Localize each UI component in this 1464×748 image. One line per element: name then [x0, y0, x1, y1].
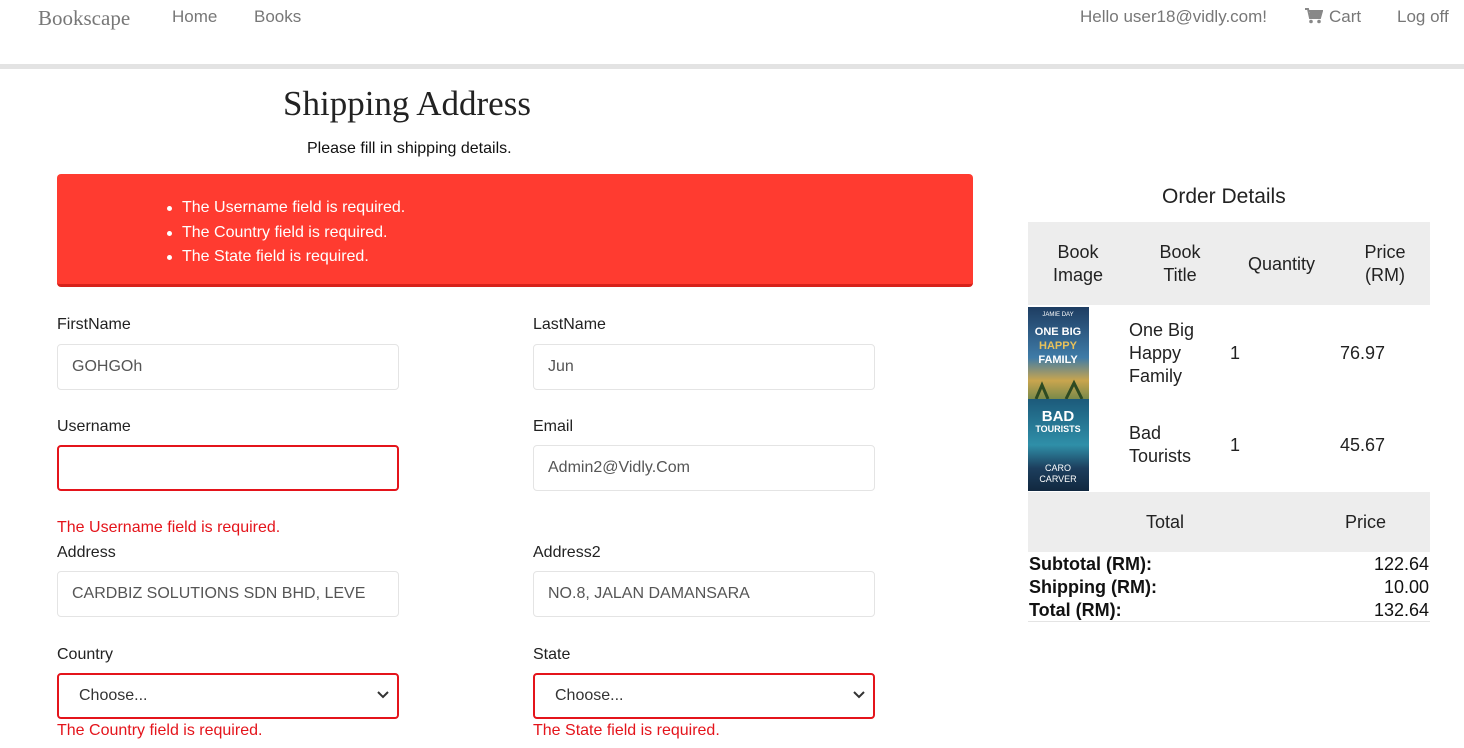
validation-summary-item: The Country field is required. — [164, 221, 405, 246]
item-quantity: 1 — [1230, 343, 1241, 363]
item-title-line: One Big — [1129, 320, 1195, 340]
total-header-label: Total — [1146, 512, 1185, 532]
validation-summary-item: The State field is required. — [164, 245, 405, 270]
state-select-value: Choose... — [555, 687, 624, 704]
svg-text:CARVER: CARVER — [1039, 474, 1077, 484]
header-book-image: Book Image — [1052, 242, 1104, 285]
item-title-line: Tourists — [1129, 446, 1192, 466]
country-label: Country — [57, 646, 114, 663]
item-title-line: Bad — [1129, 423, 1162, 443]
cart-label: Cart — [1329, 7, 1362, 26]
validation-summary-alert: The Username field is required. The Coun… — [57, 174, 973, 287]
chevron-down-icon — [377, 691, 389, 699]
lastname-label: LastName — [533, 316, 606, 333]
address-label: Address — [57, 544, 116, 561]
order-details-title: Order Details — [1162, 185, 1286, 208]
cart-link[interactable]: Cart — [1305, 7, 1361, 27]
firstname-label: FirstName — [57, 316, 131, 333]
header-price: Price (RM) — [1364, 242, 1406, 285]
country-select[interactable]: Choose... — [57, 673, 399, 719]
cart-icon — [1305, 8, 1323, 24]
country-error: The Country field is required. — [57, 722, 263, 739]
validation-summary-item: The Username field is required. — [164, 196, 405, 221]
nav-home-link[interactable]: Home — [172, 7, 217, 27]
navbar-divider — [0, 64, 1464, 69]
address2-label: Address2 — [533, 544, 601, 561]
price-header-label: Price — [1345, 512, 1387, 532]
svg-text:FAMILY: FAMILY — [1038, 354, 1078, 366]
item-title-line: Happy — [1129, 343, 1182, 363]
address-input[interactable]: CARDBIZ SOLUTIONS SDN BHD, LEVE — [57, 571, 399, 617]
firstname-input[interactable]: GOHGOh — [57, 344, 399, 390]
svg-text:CARO: CARO — [1045, 463, 1071, 473]
country-select-value: Choose... — [79, 687, 148, 704]
subtotal-value: 122.64 — [1373, 554, 1429, 574]
shipping-value: 10.00 — [1383, 577, 1429, 597]
svg-text:BAD: BAD — [1042, 408, 1075, 425]
state-label: State — [533, 646, 571, 663]
username-input[interactable] — [57, 445, 399, 491]
page-title: Shipping Address — [283, 84, 531, 123]
total-value: 132.64 — [1373, 600, 1429, 620]
brand-link[interactable]: Bookscape — [38, 6, 130, 31]
state-error: The State field is required. — [533, 722, 720, 739]
item-title: One Big Happy Family — [1129, 319, 1194, 388]
logoff-link[interactable]: Log off — [1397, 7, 1449, 27]
item-price: 45.67 — [1340, 435, 1386, 455]
email-label: Email — [533, 418, 574, 435]
username-error: The Username field is required. — [57, 519, 281, 536]
svg-text:ONE BIG: ONE BIG — [1035, 326, 1081, 338]
user-greeting-link[interactable]: Hello user18@vidly.com! — [1080, 7, 1267, 27]
item-title-line: Family — [1129, 366, 1182, 386]
page-subtitle: Please fill in shipping details. — [307, 140, 512, 157]
address2-input[interactable]: NO.8, JALAN DAMANSARA — [533, 571, 875, 617]
item-quantity: 1 — [1230, 435, 1241, 455]
navbar: Bookscape Home Books Hello user18@vidly.… — [0, 0, 1464, 64]
summary-divider — [1028, 621, 1430, 622]
subtotal-label: Subtotal (RM): — [1029, 554, 1152, 574]
header-quantity: Quantity — [1248, 254, 1316, 274]
book-cover-image: BAD TOURISTS CARO CARVER — [1028, 399, 1089, 491]
book-cover-image: JAMIE DAY ONE BIG HAPPY FAMILY — [1028, 307, 1089, 399]
lastname-input[interactable]: Jun — [533, 344, 875, 390]
svg-text:JAMIE DAY: JAMIE DAY — [1042, 312, 1073, 318]
item-title: Bad Tourists — [1129, 422, 1191, 468]
email-input[interactable]: Admin2@Vidly.Com — [533, 445, 875, 491]
validation-summary-list: The Username field is required. The Coun… — [164, 196, 405, 270]
state-select[interactable]: Choose... — [533, 673, 875, 719]
total-label: Total (RM): — [1029, 600, 1122, 620]
item-price: 76.97 — [1340, 343, 1386, 363]
svg-text:TOURISTS: TOURISTS — [1035, 424, 1080, 434]
order-table-header: Book Image Book Title Quantity Price (RM) — [1028, 222, 1430, 305]
totals-header: Total Price — [1028, 492, 1430, 552]
chevron-down-icon — [853, 691, 865, 699]
nav-books-link[interactable]: Books — [254, 7, 301, 27]
shipping-label: Shipping (RM): — [1029, 577, 1157, 597]
username-label: Username — [57, 418, 131, 435]
header-book-title: Book Title — [1159, 242, 1201, 285]
svg-text:HAPPY: HAPPY — [1039, 340, 1078, 352]
